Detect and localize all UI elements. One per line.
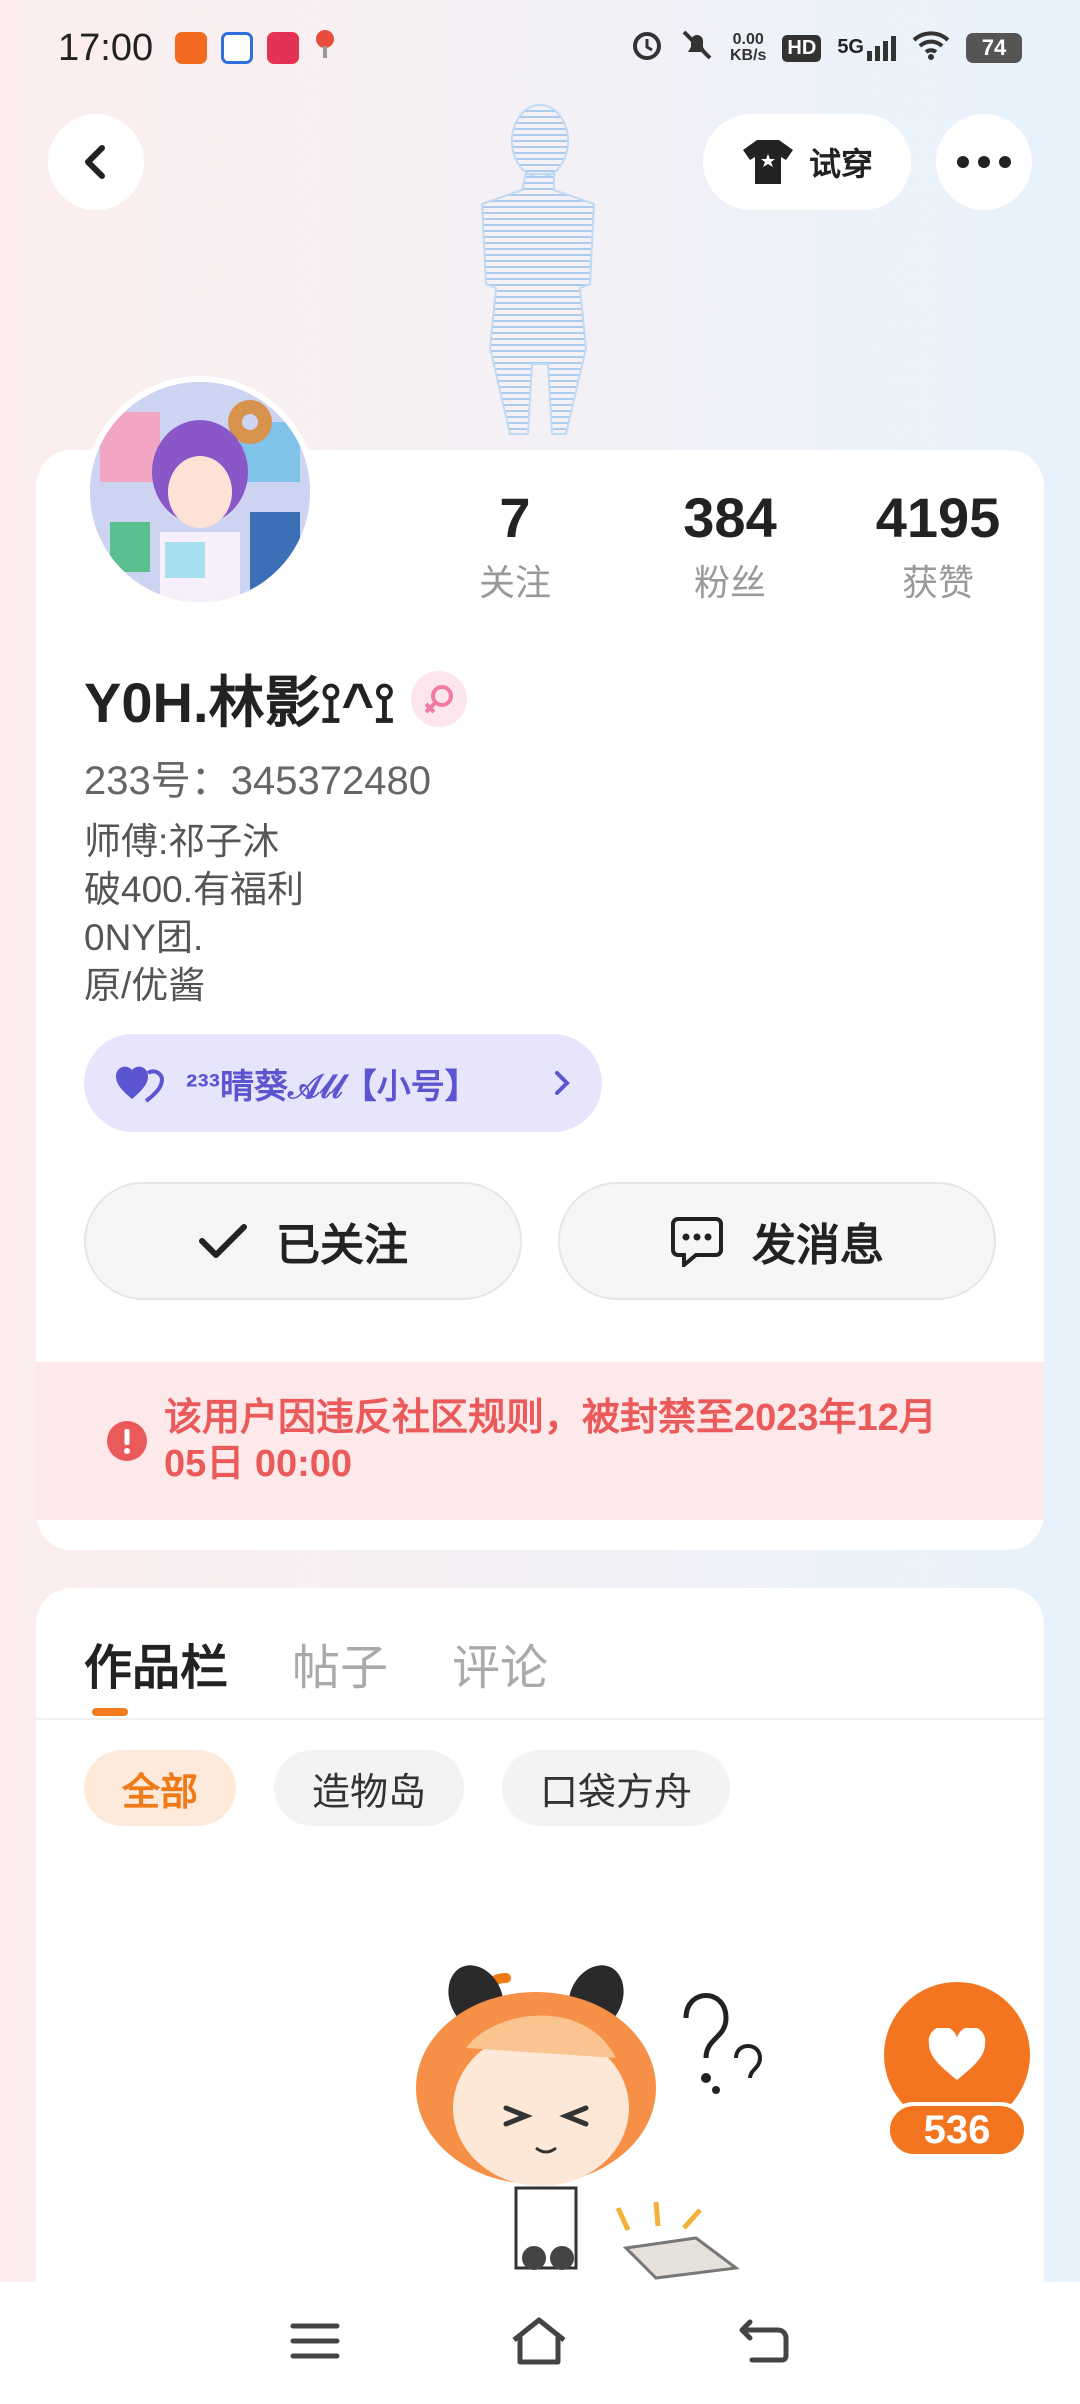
alert-icon — [107, 1421, 147, 1461]
likes-count: 4195 — [875, 486, 1001, 549]
fans-count: 384 — [683, 486, 777, 549]
check-icon — [199, 1224, 247, 1258]
battery-indicator: 74 — [966, 33, 1022, 63]
filter-chips: 全部 造物岛 口袋方舟 — [84, 1750, 731, 1826]
fans-label: 粉丝 — [693, 562, 766, 603]
bio-line: 师傅:祁子沐 — [84, 821, 280, 862]
heart-icon — [928, 2028, 986, 2080]
status-time: 17:00 — [58, 26, 154, 69]
chevron-right-icon — [555, 1071, 570, 1095]
tab-comments[interactable]: 评论 — [452, 1628, 548, 1698]
stat-following[interactable]: 7 关注 — [440, 486, 590, 606]
following-label: 关注 — [478, 562, 551, 603]
profile-stats: 7 关注 384 粉丝 4195 获赞 — [440, 486, 1028, 606]
send-message-label: 发消息 — [752, 1221, 884, 1270]
send-message-button[interactable]: 发消息 — [558, 1182, 996, 1300]
paw-app-icon — [221, 32, 254, 64]
wifi-icon — [912, 30, 950, 66]
bio-line: 破400.有福利 — [84, 869, 305, 910]
net-speed-unit: KB/s — [729, 47, 767, 64]
app-notification-icon — [175, 32, 208, 64]
ban-notice-banner: 该用户因违反社区规则，被封禁至2023年12月05日 00:00 — [36, 1362, 1044, 1520]
home-icon[interactable] — [510, 2316, 568, 2371]
empty-state-mascot-illustration — [416, 1965, 763, 2280]
chip-creation-island[interactable]: 造物岛 — [274, 1750, 465, 1826]
avatar[interactable] — [84, 376, 316, 608]
stat-fans[interactable]: 384 粉丝 — [640, 486, 820, 606]
like-count: 536 — [886, 2102, 1028, 2158]
active-tab-indicator — [92, 1708, 128, 1716]
tab-posts[interactable]: 帖子 — [292, 1628, 388, 1698]
alt-account-link[interactable]: ²³³晴葵𝒜𝓁𝓁【小号】 — [84, 1034, 602, 1132]
tabs-divider — [36, 1718, 1044, 1720]
status-bar: 17:00 0.00 KB/s HD 5G 74 — [0, 0, 1080, 96]
chat-bubble-icon — [671, 1217, 723, 1267]
ban-notice-text: 该用户因违反社区规则，被封禁至2023年12月05日 00:00 — [164, 1397, 937, 1485]
following-count: 7 — [499, 486, 531, 549]
following-button[interactable]: 已关注 — [84, 1182, 522, 1300]
back-button[interactable] — [48, 114, 144, 210]
red-app-icon — [267, 32, 300, 64]
signal-5g-icon: 5G — [837, 35, 896, 61]
female-gender-icon — [410, 670, 467, 727]
username: Y0H.林影⟟^⟟ — [84, 671, 395, 734]
content-tabs: 作品栏 帖子 评论 — [84, 1628, 548, 1698]
double-heart-icon — [115, 1066, 164, 1103]
user-id: 233号：345372480 — [84, 759, 431, 803]
chip-all[interactable]: 全部 — [84, 1750, 237, 1826]
avatar-image — [90, 382, 310, 602]
like-button[interactable]: 536 — [884, 1982, 1030, 2158]
tshirt-icon — [742, 140, 793, 184]
try-on-label: 试穿 — [808, 146, 873, 182]
avatar-hologram-figure — [480, 104, 596, 435]
alt-account-name: ²³³晴葵𝒜𝓁𝓁【小号】 — [186, 1067, 479, 1106]
hd-badge: HD — [782, 34, 822, 62]
following-button-label: 已关注 — [276, 1221, 408, 1270]
status-app-icons — [175, 27, 337, 70]
stat-likes[interactable]: 4195 获赞 — [848, 486, 1028, 606]
mute-icon — [680, 28, 714, 68]
more-dots-icon — [957, 156, 1011, 168]
signal-label: 5G — [837, 35, 864, 58]
chip-pocket-ark[interactable]: 口袋方舟 — [502, 1750, 731, 1826]
name-row: Y0H.林影⟟^⟟ — [84, 658, 467, 739]
alarm-icon — [630, 28, 664, 68]
bio-line: 0NY团. — [84, 917, 204, 958]
net-speed: 0.00 KB/s — [730, 32, 766, 64]
bio: 师傅:祁子沐 破400.有福利 0NY团. 原/优酱 — [84, 818, 304, 1010]
back-nav-icon[interactable] — [738, 2318, 790, 2369]
more-options-button[interactable] — [936, 114, 1032, 210]
menu-icon[interactable] — [290, 2321, 340, 2366]
bio-line: 原/优酱 — [84, 965, 206, 1006]
likes-label: 获赞 — [901, 562, 974, 603]
tab-works[interactable]: 作品栏 — [84, 1628, 228, 1698]
chevron-left-icon — [85, 145, 105, 179]
system-nav-bar — [0, 2282, 1080, 2404]
try-on-button[interactable]: 试穿 — [703, 114, 911, 210]
net-speed-value: 0.00 — [732, 31, 764, 48]
location-pin-icon — [313, 27, 337, 70]
